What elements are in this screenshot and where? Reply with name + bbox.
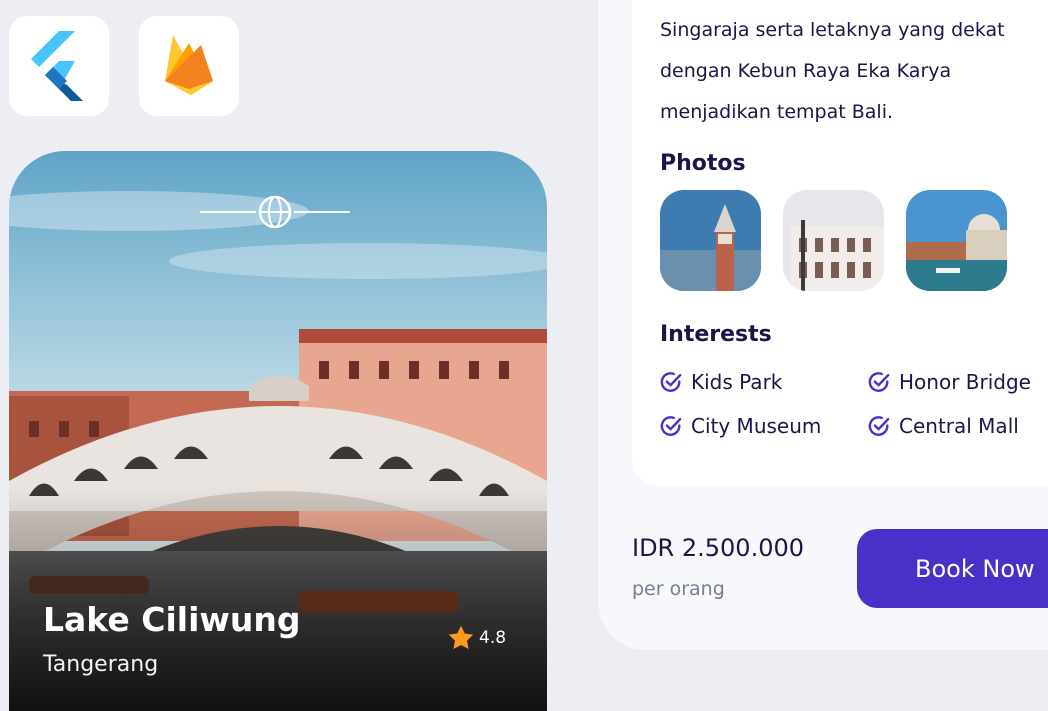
firebase-logo-icon — [165, 35, 213, 95]
about-line: Singaraja serta letaknya yang dekat — [660, 19, 1005, 41]
check-circle-icon — [660, 416, 682, 436]
book-now-button[interactable]: Book Now — [857, 529, 1048, 608]
check-circle-icon — [660, 372, 682, 392]
interests-title: Interests — [660, 322, 772, 347]
price-unit: per orang — [632, 578, 725, 600]
firebase-logo-tile — [139, 16, 239, 116]
bell-tower-photo[interactable] — [660, 190, 761, 291]
interest-item: Kids Park — [660, 370, 782, 394]
interest-label: Central Mall — [899, 414, 1019, 438]
rating-badge: 4.8 — [447, 624, 506, 652]
about-line: dengan Kebun Raya Eka Karya — [660, 60, 952, 82]
about-line: menjadikan tempat Bali. — [660, 101, 894, 123]
price-amount: IDR 2.500.000 — [632, 534, 805, 562]
interest-item: City Museum — [660, 414, 821, 438]
grand-canal-photo[interactable] — [906, 190, 1007, 291]
check-circle-icon — [868, 372, 890, 392]
destination-title: Lake Ciliwung — [43, 600, 301, 639]
check-circle-icon — [868, 416, 890, 436]
rating-value: 4.8 — [479, 628, 507, 648]
venice-building-photo[interactable] — [783, 190, 884, 291]
interest-label: City Museum — [691, 414, 822, 438]
interest-label: Kids Park — [691, 370, 783, 394]
flutter-logo-icon — [31, 31, 83, 101]
about-text: Singaraja serta letaknya yang dekat deng… — [660, 10, 1040, 133]
interest-item: Honor Bridge — [868, 370, 1031, 394]
globe-icon — [200, 195, 350, 229]
destination-location: Tangerang — [43, 652, 159, 677]
star-icon — [448, 625, 474, 649]
photos-title: Photos — [660, 151, 746, 176]
flutter-logo-tile — [9, 16, 109, 116]
interest-item: Central Mall — [868, 414, 1019, 438]
interest-label: Honor Bridge — [899, 370, 1031, 394]
